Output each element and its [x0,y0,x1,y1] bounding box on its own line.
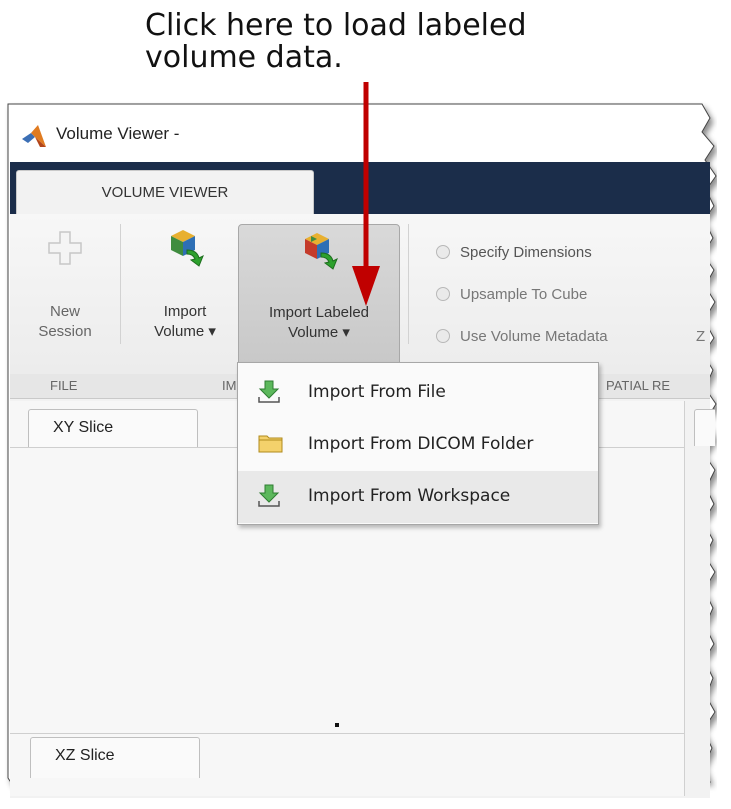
radio-button-icon [436,245,450,259]
green-download-arrow-icon [258,380,280,403]
group-label-spatial-referencing: PATIAL RE [606,378,671,393]
menu-item-import-from-workspace[interactable]: Import From Workspace [238,471,598,523]
radio-specify-dimensions-label: Specify Dimensions [460,244,592,261]
import-labeled-volume-dropdown-menu: Import From File Import From DICOM Folde… [237,362,599,525]
radio-use-volume-metadata[interactable]: Use Volume Metadata [436,328,608,345]
menu-item-import-from-file-label: Import From File [308,382,446,402]
window-title: Volume Viewer - [56,124,180,143]
divider [408,224,409,344]
import-volume-line1: Import [163,303,207,320]
tab-volume-viewer[interactable]: VOLUME VIEWER [16,170,314,216]
radio-specify-dimensions[interactable]: Specify Dimensions [436,244,592,261]
radio-use-volume-metadata-label: Use Volume Metadata [460,328,608,345]
tab-xz-slice[interactable]: XZ Slice [30,737,200,778]
divider [120,224,121,344]
menu-item-import-from-file[interactable]: Import From File [238,367,598,419]
menu-item-import-from-dicom-folder-label: Import From DICOM Folder [308,434,534,454]
new-session-line2: Session [38,323,92,340]
import-labeled-volume-line2: Volume ▾ [288,324,350,341]
import-labeled-volume-button[interactable]: Import Labeled Volume ▾ [238,224,400,366]
title-bar: Volume Viewer - [10,108,700,160]
new-session-line1: New [49,303,80,320]
green-download-arrow-icon [258,484,280,507]
radio-button-icon [436,287,450,301]
partial-z-label: Z [696,328,706,345]
tab-partial[interactable] [694,409,715,446]
import-labeled-volume-icon [305,233,338,270]
group-label-file: FILE [50,378,78,393]
matlab-logo-icon [22,125,46,147]
tab-xz-slice-label: XZ Slice [55,747,115,764]
divider [10,733,684,734]
toolstrip-ribbon: New Session Import Volume ▾ Import Label [10,214,710,375]
group-label-import: IM [222,378,237,393]
tab-volume-viewer-label: VOLUME VIEWER [101,184,229,201]
menu-item-import-from-workspace-label: Import From Workspace [308,486,511,506]
plus-icon [48,231,82,265]
callout-line-2: volume data. [145,40,343,75]
radio-upsample-to-cube-label: Upsample To Cube [460,286,588,303]
callout-line-1: Click here to load labeled [145,8,527,43]
slice-marker [335,723,339,727]
tab-xy-slice[interactable]: XY Slice [28,409,198,448]
tab-xy-slice-label: XY Slice [53,419,114,436]
toolstrip-tab-bar: VOLUME VIEWER [10,162,710,216]
folder-icon [258,435,283,453]
import-labeled-volume-line1: Import Labeled [268,304,370,321]
import-volume-line2: Volume ▾ [154,323,216,340]
radio-upsample-to-cube[interactable]: Upsample To Cube [436,286,587,303]
radio-button-icon [436,329,450,343]
instruction-callout: Click here to load labeled volume data. [145,10,527,74]
new-session-button[interactable]: New Session [20,228,110,340]
import-volume-button[interactable]: Import Volume ▾ [130,228,240,340]
import-volume-icon [171,230,204,267]
menu-item-import-from-dicom-folder[interactable]: Import From DICOM Folder [238,419,598,471]
